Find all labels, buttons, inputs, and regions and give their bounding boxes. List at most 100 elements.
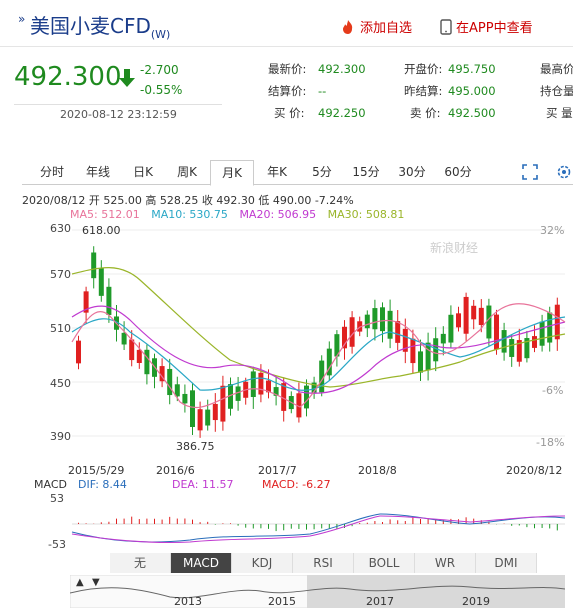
candle-body: [486, 305, 492, 339]
ma-legend: MA5: 512.01 MA10: 530.75 MA20: 506.95 MA…: [70, 208, 404, 221]
y-tick: 630: [50, 222, 71, 235]
tab-60min[interactable]: 60分: [436, 160, 480, 184]
quote-value: 495.750: [448, 62, 496, 76]
candle-body: [448, 314, 454, 343]
quote-label: 持仓量: [540, 84, 573, 98]
tab-week[interactable]: 周K: [166, 160, 208, 184]
macd-y-tick: 53: [50, 492, 64, 505]
nav-right-arrow-icon[interactable]: ▼: [92, 577, 100, 588]
candle-body: [471, 305, 477, 320]
tab-30min[interactable]: 30分: [390, 160, 434, 184]
fullscreen-icon[interactable]: [522, 164, 538, 180]
change-percent: -0.55%: [140, 83, 183, 97]
tab-fenshi[interactable]: 分时: [30, 160, 74, 184]
macd-y-tick: -53: [48, 538, 66, 551]
add-favorite-label: 添加自选: [360, 21, 413, 36]
indicator-tab-kdj[interactable]: KDJ: [232, 553, 293, 573]
candle-body: [418, 351, 423, 373]
macd-title: MACD: [34, 478, 67, 491]
nav-year: 2017: [366, 595, 394, 608]
indicator-tab-none[interactable]: 无: [110, 553, 171, 573]
candle-body: [91, 252, 97, 279]
pct-tick: -18%: [536, 436, 564, 449]
candle-body: [364, 314, 370, 329]
candle-body: [136, 349, 142, 364]
quote-value: --: [318, 84, 327, 98]
tab-day[interactable]: 日K: [122, 160, 164, 184]
quote-label: 昨结算:: [404, 84, 443, 98]
app-view-button[interactable]: 在APP中查看: [440, 17, 533, 36]
low-annotation: 386.75: [176, 440, 215, 453]
candle-body: [456, 313, 461, 328]
last-price: 492.300: [14, 62, 122, 92]
candle-body: [478, 307, 484, 326]
indicator-tab-wr[interactable]: WR: [415, 553, 476, 573]
quote-timestamp: 2020-08-12 23:12:59: [60, 108, 177, 121]
x-tick: 2015/5/29: [68, 464, 124, 477]
page-title: 美国小麦CFD(W): [30, 14, 171, 41]
candle-body: [494, 314, 499, 350]
high-annotation: 618.00: [82, 224, 121, 237]
tab-year[interactable]: 年K: [254, 160, 300, 184]
x-tick: 2018/8: [358, 464, 397, 477]
range-navigator[interactable]: ▲ ▼ 2013 2015 2017 2019: [70, 575, 565, 608]
x-tick: 2016/6: [156, 464, 195, 477]
down-arrow-icon: [119, 69, 135, 87]
x-tick: 2020/8/12: [506, 464, 562, 477]
tab-month[interactable]: 月K: [210, 160, 254, 186]
nav-left-arrow-icon[interactable]: ▲: [76, 577, 84, 588]
candle-body: [532, 336, 537, 348]
candle-body: [395, 321, 401, 343]
quote-label: 卖 价:: [410, 106, 441, 120]
expand-icon[interactable]: »: [18, 12, 25, 26]
flame-icon: [343, 19, 353, 34]
kline-chart[interactable]: 630 570 510 450 390 32% -6% -18% 新浪财经 61…: [0, 222, 573, 552]
candle-body: [410, 338, 416, 364]
indicator-tab-macd[interactable]: MACD: [171, 553, 232, 573]
settings-icon[interactable]: [556, 164, 572, 180]
candle-body: [387, 310, 393, 339]
pct-tick: 32%: [540, 224, 564, 237]
price-change: -2.700 -0.55%: [140, 60, 182, 100]
ma10-label: MA10: 530.75: [151, 208, 228, 221]
indicator-tab-dmi[interactable]: DMI: [476, 553, 537, 573]
add-favorite-button[interactable]: 添加自选: [340, 17, 412, 36]
candle-body: [425, 342, 431, 371]
candles: [76, 246, 560, 438]
tab-5min[interactable]: 5分: [302, 160, 342, 184]
y-tick: 510: [50, 322, 71, 335]
ma5-label: MA5: 512.01: [70, 208, 140, 221]
macd-value-label: MACD: -6.27: [262, 478, 331, 491]
candle-body: [144, 349, 150, 375]
candle-body: [129, 339, 135, 361]
candle-body: [509, 339, 515, 357]
tab-nianxian[interactable]: 年线: [76, 160, 120, 184]
dif-label: DIF: 8.44: [78, 478, 127, 491]
dif-line: [71, 513, 566, 543]
indicator-tab-boll[interactable]: BOLL: [354, 553, 415, 573]
quote-value: 492.300: [318, 62, 366, 76]
ma20-label: MA20: 506.95: [239, 208, 317, 221]
candle-body: [547, 312, 553, 343]
candle-body: [501, 330, 507, 353]
tab-15min[interactable]: 15分: [344, 160, 388, 184]
nav-year: 2019: [462, 595, 490, 608]
candle-body: [258, 372, 264, 395]
candle-body: [380, 307, 385, 332]
candle-body: [440, 333, 446, 344]
ma30-label: MA30: 508.81: [327, 208, 405, 221]
candle-body: [197, 409, 203, 431]
candle-body: [98, 268, 104, 296]
range-selection[interactable]: [307, 575, 565, 608]
kline-info: 2020/08/12 开 525.00 高 528.25 收 492.30 低 …: [22, 194, 354, 207]
indicator-tab-rsi[interactable]: RSI: [293, 553, 354, 573]
quote-label: 开盘价:: [404, 62, 443, 76]
candle-body: [205, 409, 211, 426]
candle-body: [121, 332, 127, 345]
quote-label: 买 量: [546, 106, 573, 120]
candle-body: [372, 308, 378, 330]
change-value: -2.700: [140, 63, 179, 77]
y-tick: 450: [50, 377, 71, 390]
x-tick: 2017/7: [258, 464, 297, 477]
candle-body: [539, 321, 545, 346]
